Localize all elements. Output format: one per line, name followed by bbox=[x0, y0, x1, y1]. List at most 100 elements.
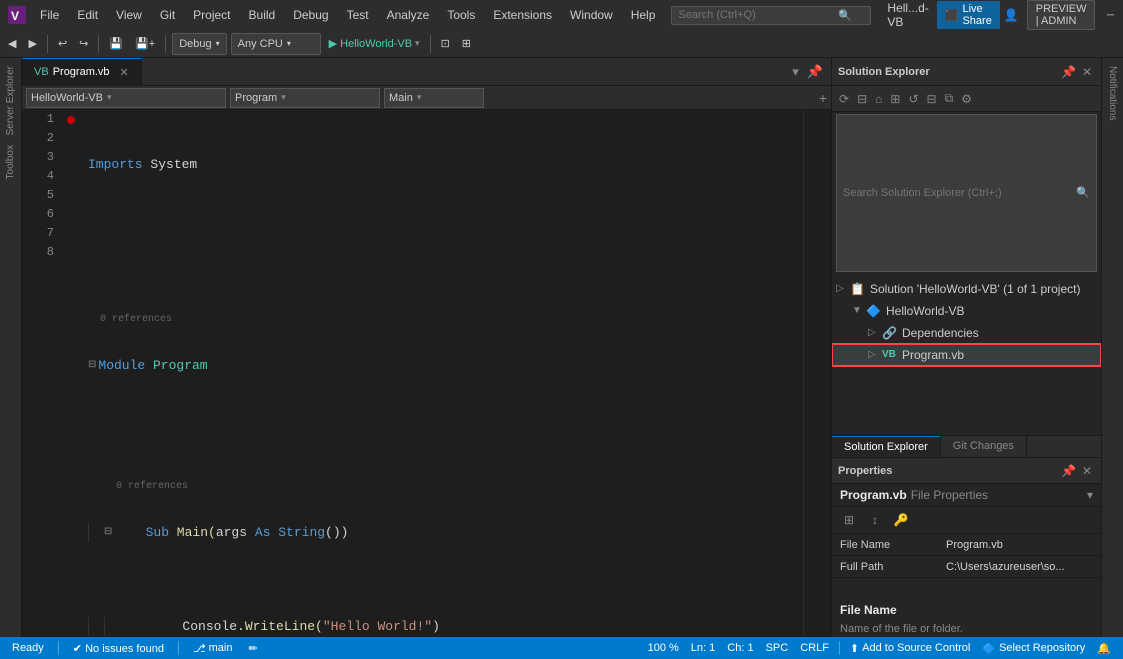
se-tb-props[interactable]: ⊞ bbox=[887, 90, 903, 108]
person-icon[interactable]: 👤 bbox=[1004, 8, 1019, 22]
tab-menu-icon[interactable]: ▾ bbox=[790, 62, 801, 82]
status-crlf[interactable]: CRLF bbox=[796, 642, 833, 654]
save-btn[interactable]: 💾 bbox=[105, 35, 127, 52]
server-explorer-label[interactable]: Server Explorer bbox=[5, 62, 16, 139]
se-tb-sync[interactable]: ⟳ bbox=[836, 90, 852, 108]
menu-git[interactable]: Git bbox=[152, 6, 183, 24]
file-tab-close[interactable]: ✕ bbox=[120, 66, 129, 79]
nav-forward-btn[interactable]: ▶ bbox=[24, 35, 40, 52]
run-button[interactable]: ▶ HelloWorld-VB ▾ bbox=[325, 35, 424, 52]
status-ch[interactable]: Ch: 1 bbox=[723, 642, 757, 654]
token-system: System bbox=[143, 155, 198, 174]
props-dropdown-btn[interactable]: ▾ bbox=[1087, 488, 1093, 502]
cpu-config-dropdown[interactable]: Any CPU ▾ bbox=[231, 33, 321, 55]
menu-test[interactable]: Test bbox=[339, 6, 377, 24]
menu-extensions[interactable]: Extensions bbox=[485, 6, 560, 24]
status-pencil[interactable]: ✏ bbox=[244, 642, 261, 655]
se-tb-collapse[interactable]: ⊟ bbox=[854, 90, 870, 108]
props-description: Name of the file or folder. bbox=[832, 621, 1101, 637]
se-tb-settings[interactable]: ⚙ bbox=[958, 90, 975, 108]
se-tab-git-changes[interactable]: Git Changes bbox=[941, 436, 1027, 457]
debug-config-dropdown[interactable]: Debug ▾ bbox=[172, 33, 226, 55]
editor-tab-programvb[interactable]: VB Program.vb ✕ bbox=[22, 58, 142, 85]
properties-header: Properties 📌 ✕ bbox=[832, 458, 1101, 484]
status-git[interactable]: ⎇ main bbox=[189, 642, 237, 655]
se-search-input[interactable] bbox=[843, 187, 1076, 199]
menu-debug[interactable]: Debug bbox=[285, 6, 336, 24]
vs-logo: V bbox=[8, 6, 26, 24]
props-tb-grid[interactable]: ⊞ bbox=[838, 509, 860, 531]
status-zoom[interactable]: 100 % bbox=[644, 642, 683, 654]
status-no-issues[interactable]: ✔ No issues found bbox=[69, 642, 168, 655]
se-tb-refresh[interactable]: ↺ bbox=[905, 90, 921, 108]
menu-file[interactable]: File bbox=[32, 6, 67, 24]
se-node-dependencies[interactable]: ▷ 🔗 Dependencies bbox=[832, 322, 1101, 344]
properties-panel: Properties 📌 ✕ Program.vb File Propertie… bbox=[832, 457, 1101, 637]
props-section-header: File Name bbox=[832, 599, 1101, 621]
notifications-bell-btn[interactable]: 🔔 bbox=[1093, 642, 1115, 655]
status-ln[interactable]: Ln: 1 bbox=[687, 642, 719, 654]
collapse-3[interactable]: ⊟ bbox=[88, 356, 96, 375]
redo-btn[interactable]: ↪ bbox=[75, 35, 92, 52]
se-search-box[interactable]: 🔍 bbox=[836, 114, 1097, 272]
window-title: Hell...d-VB bbox=[887, 1, 928, 29]
se-pin-icon[interactable]: 📌 bbox=[1058, 63, 1079, 81]
menu-window[interactable]: Window bbox=[562, 6, 621, 24]
props-toolbar: ⊞ ↕ 🔑 bbox=[832, 507, 1101, 534]
props-row-filename: File Name Program.vb bbox=[832, 534, 1101, 556]
props-label-fullpath: Full Path bbox=[832, 561, 942, 573]
minimize-button[interactable]: ─ bbox=[1103, 8, 1117, 22]
status-spc[interactable]: SPC bbox=[762, 642, 793, 654]
toolbar-btn-extra1[interactable]: ⊡ bbox=[437, 35, 454, 52]
nav-back-btn[interactable]: ◀ bbox=[4, 35, 20, 52]
solution-icon: 📋 bbox=[850, 282, 866, 296]
menu-project[interactable]: Project bbox=[185, 6, 238, 24]
code-editor[interactable]: 1 2 3 4 5 6 7 8 Imports S bbox=[22, 110, 831, 637]
live-share-button[interactable]: ⬛ Live Share bbox=[937, 1, 1000, 29]
project-arrow: ▼ bbox=[852, 305, 866, 316]
git-branch-label: main bbox=[209, 642, 233, 654]
notifications-strip: Notifications bbox=[1101, 58, 1123, 637]
select-repository-btn[interactable]: 🔷 Select Repository bbox=[978, 642, 1089, 655]
maximize-button[interactable]: □ bbox=[1119, 8, 1123, 22]
menu-tools[interactable]: Tools bbox=[439, 6, 483, 24]
add-code-btn[interactable]: + bbox=[819, 90, 827, 106]
menu-edit[interactable]: Edit bbox=[69, 6, 106, 24]
props-pin-icon[interactable]: 📌 bbox=[1058, 462, 1079, 480]
se-header: Solution Explorer 📌 ✕ bbox=[832, 58, 1101, 86]
props-tb-key[interactable]: 🔑 bbox=[890, 509, 912, 531]
title-search-input[interactable] bbox=[678, 9, 838, 21]
se-tab-bar: Solution Explorer Git Changes bbox=[832, 435, 1101, 457]
collapse-4[interactable]: ⊟ bbox=[104, 523, 112, 542]
add-source-control-btn[interactable]: ⬆ Add to Source Control bbox=[846, 642, 974, 655]
menu-analyze[interactable]: Analyze bbox=[379, 6, 438, 24]
props-tb-sort[interactable]: ↕ bbox=[864, 509, 886, 531]
se-node-solution[interactable]: ▷ 📋 Solution 'HelloWorld-VB' (1 of 1 pro… bbox=[832, 278, 1101, 300]
toolbox-label[interactable]: Toolbox bbox=[5, 141, 16, 183]
project-nav-dropdown[interactable]: HelloWorld-VB ▾ bbox=[26, 88, 226, 108]
se-node-programvb[interactable]: ▷ VB Program.vb bbox=[832, 344, 1101, 366]
project-icon: 🔷 bbox=[866, 304, 882, 318]
notifications-label[interactable]: Notifications bbox=[1107, 62, 1118, 124]
repo-icon: 🔷 bbox=[982, 642, 996, 655]
undo-btn[interactable]: ↩ bbox=[54, 35, 71, 52]
class-nav-dropdown[interactable]: Program ▾ bbox=[230, 88, 380, 108]
toolbar-btn-extra2[interactable]: ⊞ bbox=[458, 35, 475, 52]
menu-build[interactable]: Build bbox=[241, 6, 284, 24]
code-content[interactable]: Imports System 0 references ⊟Module Prog… bbox=[80, 110, 803, 637]
menu-help[interactable]: Help bbox=[623, 6, 664, 24]
save-all-btn[interactable]: 💾+ bbox=[131, 35, 159, 52]
props-close-icon[interactable]: ✕ bbox=[1079, 462, 1095, 480]
menu-view[interactable]: View bbox=[108, 6, 150, 24]
title-search-box[interactable]: 🔍 bbox=[671, 6, 871, 25]
tab-pin-icon[interactable]: 📌 bbox=[805, 62, 825, 82]
se-tb-home[interactable]: ⌂ bbox=[872, 90, 885, 108]
se-close-icon[interactable]: ✕ bbox=[1079, 63, 1095, 81]
se-tb-filter[interactable]: ⊟ bbox=[924, 90, 940, 108]
se-node-project[interactable]: ▼ 🔷 HelloWorld-VB bbox=[832, 300, 1101, 322]
editor-scrollbar[interactable] bbox=[803, 110, 817, 637]
member-nav-dropdown[interactable]: Main ▾ bbox=[384, 88, 484, 108]
se-tb-view[interactable]: ⧉ bbox=[942, 89, 957, 108]
se-tab-solution-explorer[interactable]: Solution Explorer bbox=[832, 436, 941, 457]
editor-marker-bar bbox=[817, 110, 831, 637]
